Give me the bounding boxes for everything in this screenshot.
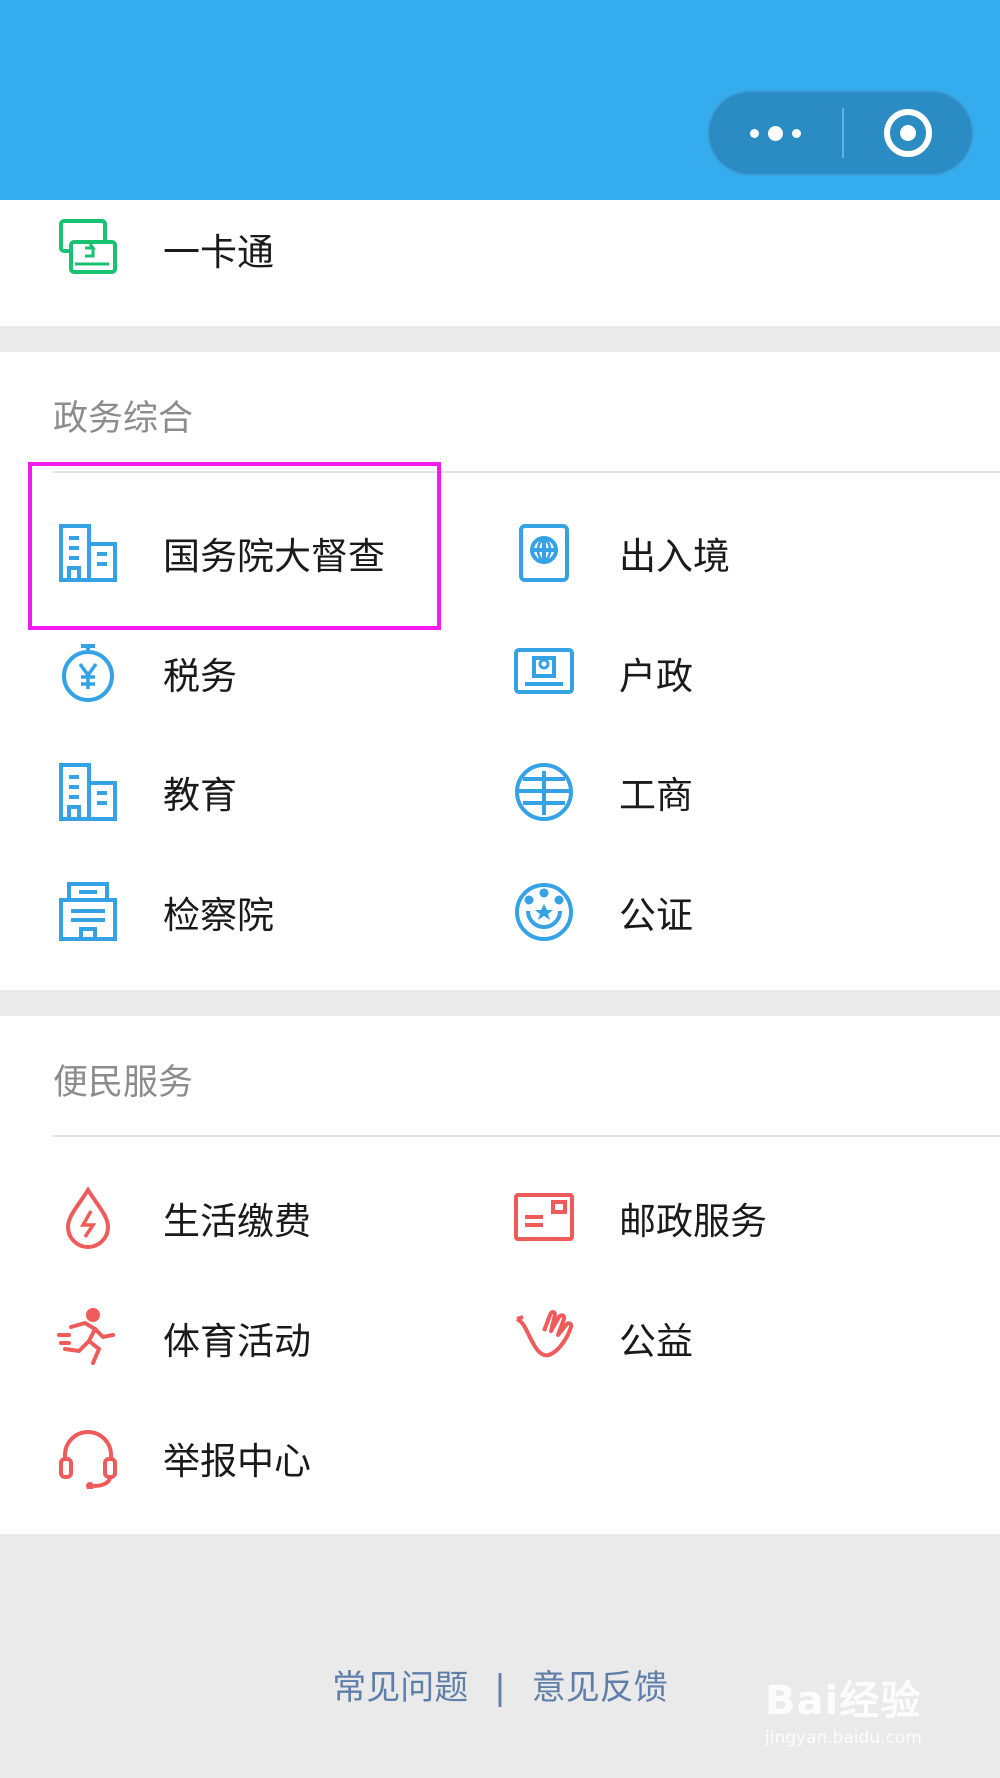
section-divider	[53, 1135, 1000, 1137]
feedback-link[interactable]: 意见反馈	[532, 1660, 668, 1709]
service-label: 检察院	[163, 894, 274, 937]
service-item-yikatong[interactable]: 一卡通	[57, 204, 274, 294]
service-item-procuratorate[interactable]: 检察院	[57, 867, 274, 957]
service-item-tax[interactable]: 税务	[57, 628, 237, 718]
watermark-sub: jingyan.baidu.com	[765, 1728, 922, 1748]
more-dot-icon	[792, 128, 801, 138]
header-bar	[0, 0, 1000, 200]
service-item-commerce[interactable]: 工商	[513, 747, 693, 837]
charity-hand-icon	[513, 1307, 575, 1369]
target-close-icon	[884, 109, 932, 157]
service-item-notary[interactable]: 公证	[513, 867, 693, 957]
top-card: 一卡通	[0, 200, 1000, 326]
highlight-box	[28, 462, 441, 630]
service-label: 户政	[619, 655, 693, 698]
building-icon	[57, 761, 119, 823]
id-card-icon	[513, 642, 575, 704]
tax-yen-icon	[57, 642, 119, 704]
baidu-jingyan-watermark: Bai经验 jingyan.baidu.com	[765, 1668, 965, 1758]
mini-program-capsule	[707, 90, 974, 176]
service-item-charity[interactable]: 公益	[513, 1293, 693, 1383]
more-menu-button[interactable]	[709, 92, 842, 174]
service-label: 生活缴费	[163, 1200, 311, 1243]
running-icon	[57, 1307, 119, 1369]
service-label: 工商	[619, 774, 693, 817]
service-label: 出入境	[619, 535, 730, 578]
service-item-postal[interactable]: 邮政服务	[513, 1173, 767, 1263]
service-label: 税务	[163, 655, 237, 698]
more-dot-icon	[768, 125, 783, 141]
faq-link[interactable]: 常见问题	[332, 1660, 468, 1709]
service-item-sports[interactable]: 体育活动	[57, 1293, 311, 1383]
watermark-main: Bai经验	[765, 1678, 922, 1724]
card-exchange-icon	[57, 218, 119, 280]
footer-separator: |	[494, 1668, 506, 1708]
utility-drop-icon	[57, 1187, 119, 1249]
section-title: 政务综合	[53, 399, 194, 439]
section-title: 便民服务	[53, 1063, 194, 1103]
life-section-card: 便民服务 生活缴费 邮政服务 体育活动 公益 举报中心	[0, 1016, 1000, 1534]
passport-icon	[513, 522, 575, 584]
service-item-exit-entry[interactable]: 出入境	[513, 508, 730, 598]
service-label: 教育	[163, 774, 237, 817]
commerce-icon	[513, 761, 575, 823]
service-label: 体育活动	[163, 1320, 311, 1363]
more-dot-icon	[750, 128, 759, 138]
service-item-utility-payment[interactable]: 生活缴费	[57, 1173, 311, 1263]
service-label: 举报中心	[163, 1440, 311, 1483]
close-mini-program-button[interactable]	[844, 92, 972, 174]
service-item-report-center[interactable]: 举报中心	[57, 1413, 311, 1503]
service-label: 一卡通	[163, 231, 274, 274]
procuratorate-icon	[57, 881, 119, 943]
notary-seal-icon	[513, 881, 575, 943]
service-label: 公证	[619, 894, 693, 937]
postal-envelope-icon	[513, 1187, 575, 1249]
service-label: 邮政服务	[619, 1200, 767, 1243]
service-item-education[interactable]: 教育	[57, 747, 237, 837]
service-label: 公益	[619, 1320, 693, 1363]
headset-icon	[57, 1427, 119, 1489]
service-item-household[interactable]: 户政	[513, 628, 693, 718]
gov-section-card: 政务综合 国务院大督查 出入境 税务 户政 教育 工商 检察院 公证	[0, 352, 1000, 990]
